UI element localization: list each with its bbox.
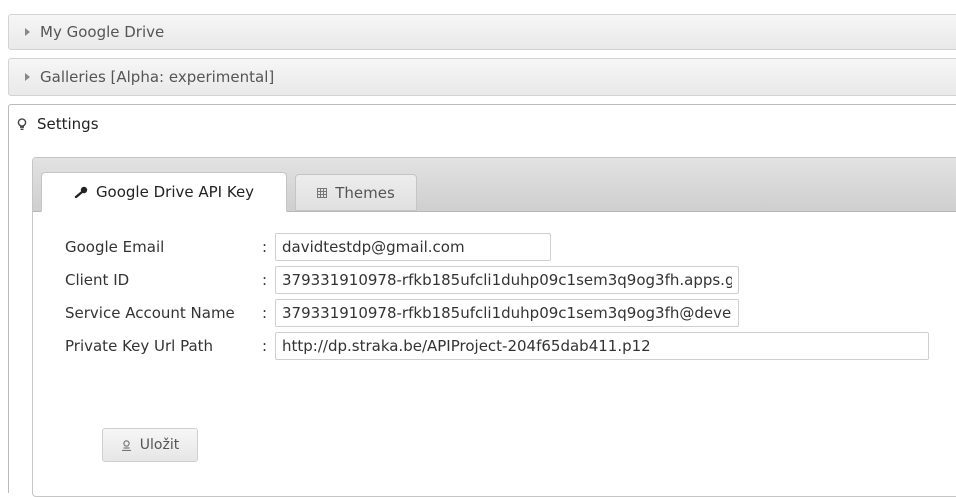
tab-bar: Google Drive API Key Themes bbox=[33, 158, 956, 212]
tab-google-drive-api-key[interactable]: Google Drive API Key bbox=[41, 172, 287, 212]
user-icon bbox=[121, 439, 132, 451]
accordion-header-my-google-drive[interactable]: My Google Drive bbox=[8, 14, 956, 50]
lightbulb-icon bbox=[17, 117, 27, 131]
settings-tabs: Google Drive API Key Themes Google Email… bbox=[32, 157, 956, 497]
client-id-field[interactable] bbox=[275, 266, 739, 294]
private-key-url-path-field[interactable] bbox=[275, 332, 929, 360]
accordion-header-galleries[interactable]: Galleries [Alpha: experimental] bbox=[8, 58, 956, 96]
save-button[interactable]: Uložit bbox=[102, 428, 198, 462]
field-label: Client ID bbox=[65, 271, 130, 289]
triangle-right-icon bbox=[25, 28, 30, 36]
field-colon: : bbox=[262, 304, 268, 322]
field-label: Google Email bbox=[65, 238, 165, 256]
key-icon bbox=[74, 186, 88, 198]
accordion-header-settings[interactable]: Settings bbox=[8, 104, 956, 144]
tab-label: Themes bbox=[335, 183, 395, 202]
accordion-label: Settings bbox=[37, 115, 99, 133]
accordion-label: My Google Drive bbox=[40, 23, 165, 41]
field-label: Private Key Url Path bbox=[65, 337, 214, 355]
triangle-right-icon bbox=[25, 73, 30, 81]
service-account-name-field[interactable] bbox=[275, 299, 739, 327]
field-colon: : bbox=[262, 238, 268, 256]
field-colon: : bbox=[262, 337, 268, 355]
grid-icon bbox=[317, 187, 328, 198]
field-colon: : bbox=[262, 271, 268, 289]
google-email-field[interactable] bbox=[275, 233, 551, 261]
settings-panel: Google Drive API Key Themes Google Email… bbox=[8, 143, 956, 497]
field-label: Service Account Name bbox=[65, 304, 235, 322]
save-button-label: Uložit bbox=[139, 437, 180, 453]
tab-label: Google Drive API Key bbox=[95, 183, 255, 201]
accordion-label: Galleries [Alpha: experimental] bbox=[40, 68, 275, 86]
tab-themes[interactable]: Themes bbox=[295, 174, 417, 211]
